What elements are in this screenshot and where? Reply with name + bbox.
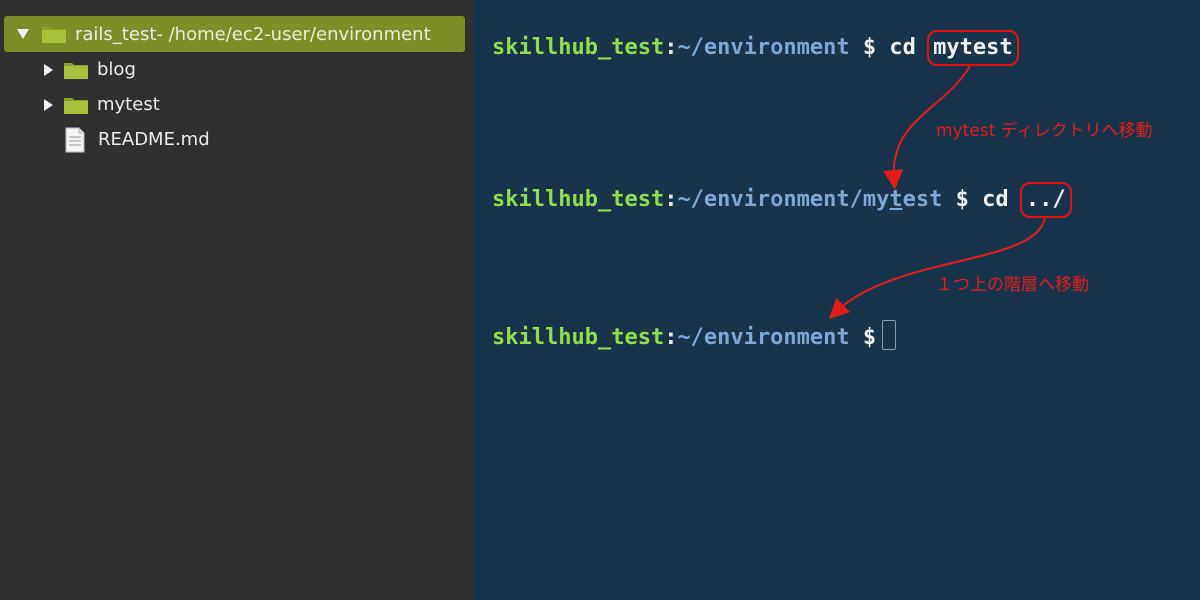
prompt-colon: :: [664, 325, 678, 350]
prompt-colon: :: [664, 35, 678, 60]
prompt-user: skillhub_test: [492, 187, 665, 212]
tree-root-rails-test[interactable]: rails_test - /home/ec2-user/environment: [4, 16, 465, 52]
tree-item-mytest[interactable]: mytest: [44, 87, 160, 122]
chevron-right-icon[interactable]: [44, 98, 53, 111]
tree-item-label: blog: [97, 59, 136, 80]
prompt-path: ~/environment/my: [677, 187, 890, 212]
prompt-user: skillhub_test: [492, 325, 665, 350]
terminal-line-1: skillhub_test:~/environment $ cd mytest: [492, 30, 1019, 66]
prompt-path: ~/environment: [677, 35, 850, 60]
annotation-move-to-mytest: mytest ディレクトリへ移動: [936, 121, 1153, 141]
folder-icon: [64, 97, 88, 114]
folder-icon: [42, 27, 66, 43]
tree-item-label: README.md: [98, 129, 210, 150]
prompt-path-cursor-char: t: [889, 187, 903, 212]
prompt-colon: :: [664, 187, 678, 212]
terminal-cursor[interactable]: [882, 320, 897, 350]
folder-icon: [64, 62, 88, 79]
prompt-path: ~/environment: [677, 325, 850, 350]
annotation-move-up-one-level: １つ上の階層へ移動: [936, 275, 1089, 295]
file-tree-panel: rails_test - /home/ec2-user/environment …: [0, 0, 474, 600]
command-text: cd: [889, 35, 916, 60]
prompt-user: skillhub_test: [492, 35, 665, 60]
terminal-line-3: skillhub_test:~/environment $: [492, 320, 897, 350]
tree-item-label: mytest: [97, 94, 160, 115]
file-icon: [65, 127, 85, 152]
terminal-panel[interactable]: skillhub_test:~/environment $ cd mytest …: [474, 0, 1200, 600]
tree-root-label: rails_test: [75, 23, 157, 45]
terminal-line-2: skillhub_test:~/environment/mytest $ cd …: [492, 182, 1072, 218]
arrow-up-directory: [828, 216, 1046, 319]
chevron-down-icon[interactable]: [17, 29, 29, 39]
highlighted-argument: ../: [1019, 182, 1072, 218]
tree-root-path: - /home/ec2-user/environment: [156, 23, 431, 45]
prompt-dollar: $: [849, 325, 877, 350]
prompt-path: est: [902, 187, 943, 212]
prompt-dollar: $: [942, 187, 983, 212]
annotation-arrows: [828, 65, 1046, 319]
command-text: cd: [982, 187, 1009, 212]
tree-item-readme[interactable]: README.md: [64, 122, 210, 157]
tree-item-blog[interactable]: blog: [44, 52, 136, 87]
prompt-dollar: $: [849, 35, 890, 60]
chevron-right-icon[interactable]: [44, 63, 53, 76]
highlighted-argument: mytest: [927, 30, 1019, 66]
